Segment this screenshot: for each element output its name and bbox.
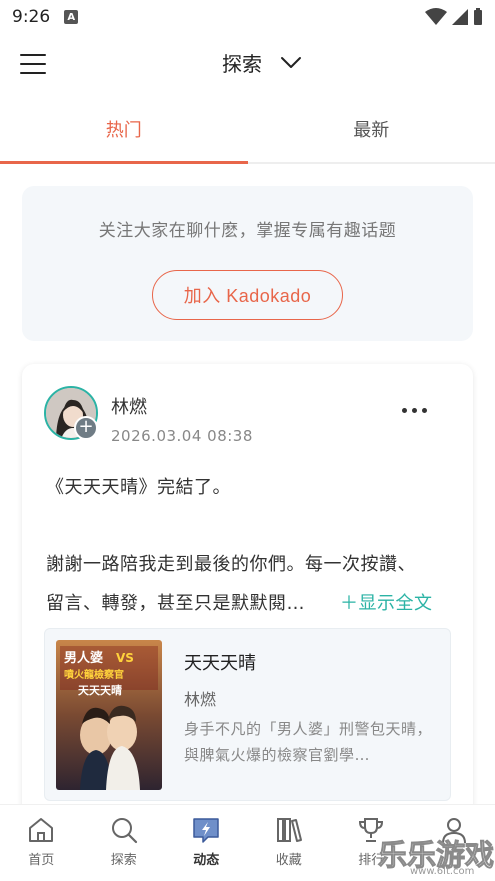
post-author[interactable]: 林燃 <box>111 393 147 419</box>
svg-text:VS: VS <box>116 651 134 665</box>
nav-home[interactable]: 首页 <box>0 805 83 881</box>
watermark: 乐乐游戏 www.6lt.com <box>370 826 495 881</box>
more-options-icon[interactable] <box>402 408 427 413</box>
chevron-down-icon <box>281 56 301 68</box>
top-bar: 探索 <box>0 34 495 96</box>
book-cover[interactable]: 男人婆 VS 噴火龍檢察官 天天天晴 <box>56 640 162 790</box>
svg-text:男人婆: 男人婆 <box>64 650 103 666</box>
book-description: 身手不凡的「男人婆」刑警包天晴，與脾氣火爆的檢察官劉學… <box>184 720 433 764</box>
follow-plus-icon[interactable]: + <box>74 416 98 440</box>
status-time: 9:26 <box>12 7 51 27</box>
svg-text:天天天晴: 天天天晴 <box>78 683 122 697</box>
search-icon <box>111 818 137 844</box>
tab-hot[interactable]: 热门 <box>0 96 248 164</box>
join-card: 关注大家在聊什麽，掌握专属有趣话题 加入 Kadokado <box>22 186 473 341</box>
signal-icon <box>452 9 468 25</box>
feed-tabs: 热门 最新 <box>0 96 495 164</box>
tab-hot-label: 热门 <box>105 120 142 141</box>
battery-icon <box>474 8 482 25</box>
home-icon <box>29 818 54 842</box>
post-text-line: 《天天天晴》完結了。 <box>46 477 231 498</box>
nav-explore-label: 探索 <box>110 853 137 868</box>
post-text-line: 留言、轉發，甚至只是默默閱… <box>46 593 305 614</box>
menu-icon[interactable] <box>20 54 46 74</box>
post-text-line: 謝謝一路陪我走到最後的你們。每一次按讚、 <box>46 554 416 575</box>
join-prompt: 关注大家在聊什麽，掌握专属有趣话题 <box>98 221 397 241</box>
tab-latest-label: 最新 <box>353 120 390 141</box>
post-date: 2026.03.04 08:38 <box>111 427 253 445</box>
nav-activity[interactable]: 动态 <box>165 805 248 881</box>
book-author: 林燃 <box>184 690 217 709</box>
nav-home-label: 首页 <box>28 853 55 868</box>
nav-explore[interactable]: 探索 <box>83 805 166 881</box>
join-kadokado-button[interactable]: 加入 Kadokado <box>152 270 343 320</box>
status-bar: 9:26 A <box>0 0 495 34</box>
notification-a-icon: A <box>64 10 79 24</box>
activity-icon <box>193 818 219 843</box>
book-card[interactable]: 男人婆 VS 噴火龍檢察官 天天天晴 天天天晴 林燃 身手不凡的「男人婆」刑警包… <box>44 628 451 801</box>
explore-dropdown[interactable]: 探索 <box>222 48 302 77</box>
wifi-icon <box>425 8 447 25</box>
watermark-url: www.6lt.com <box>410 866 475 877</box>
page-title: 探索 <box>222 52 262 76</box>
nav-activity-label: 动态 <box>193 853 220 868</box>
nav-collection[interactable]: 收藏 <box>248 805 331 881</box>
status-icons <box>425 8 483 26</box>
post-card[interactable]: + 林燃 2026.03.04 08:38 《天天天晴》完結了。 謝謝一路陪我走… <box>22 364 473 824</box>
nav-collection-label: 收藏 <box>275 853 302 868</box>
tab-latest[interactable]: 最新 <box>248 96 495 162</box>
svg-text:噴火龍檢察官: 噴火龍檢察官 <box>64 668 124 681</box>
show-full-text-link[interactable]: ＋显示全文 <box>340 589 433 615</box>
book-title[interactable]: 天天天晴 <box>184 649 256 675</box>
bookshelf-icon <box>276 818 302 842</box>
